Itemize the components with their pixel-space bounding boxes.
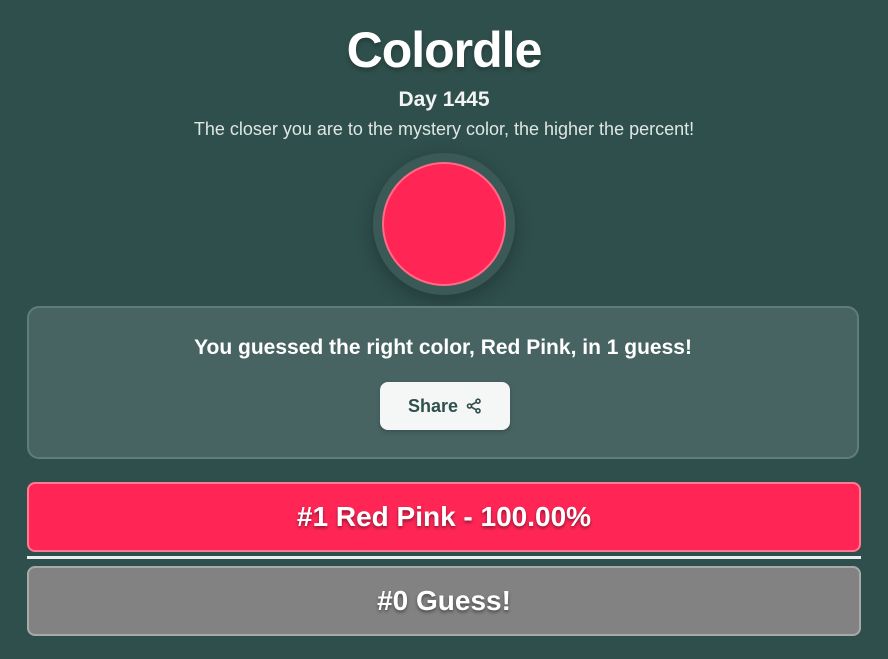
day-label: Day 1445 bbox=[398, 88, 490, 111]
guess-input-button[interactable]: #0 Guess! bbox=[27, 566, 861, 636]
share-button-label: Share bbox=[407, 395, 459, 416]
share-icon bbox=[466, 398, 482, 414]
mystery-color-swatch bbox=[382, 162, 506, 286]
guess-row-1: #1 Red Pink - 100.00% bbox=[27, 482, 861, 552]
page-title: Colordle bbox=[346, 22, 543, 78]
subtitle: The closer you are to the mystery color,… bbox=[193, 119, 695, 139]
guess-divider bbox=[27, 556, 861, 559]
share-button[interactable]: Share bbox=[380, 382, 510, 430]
guess-input-label: #0 Guess! bbox=[377, 585, 511, 616]
result-card: You guessed the right color, Red Pink, i… bbox=[27, 306, 859, 459]
result-message: You guessed the right color, Red Pink, i… bbox=[194, 336, 692, 359]
guess-row-label: #1 Red Pink - 100.00% bbox=[296, 501, 592, 532]
